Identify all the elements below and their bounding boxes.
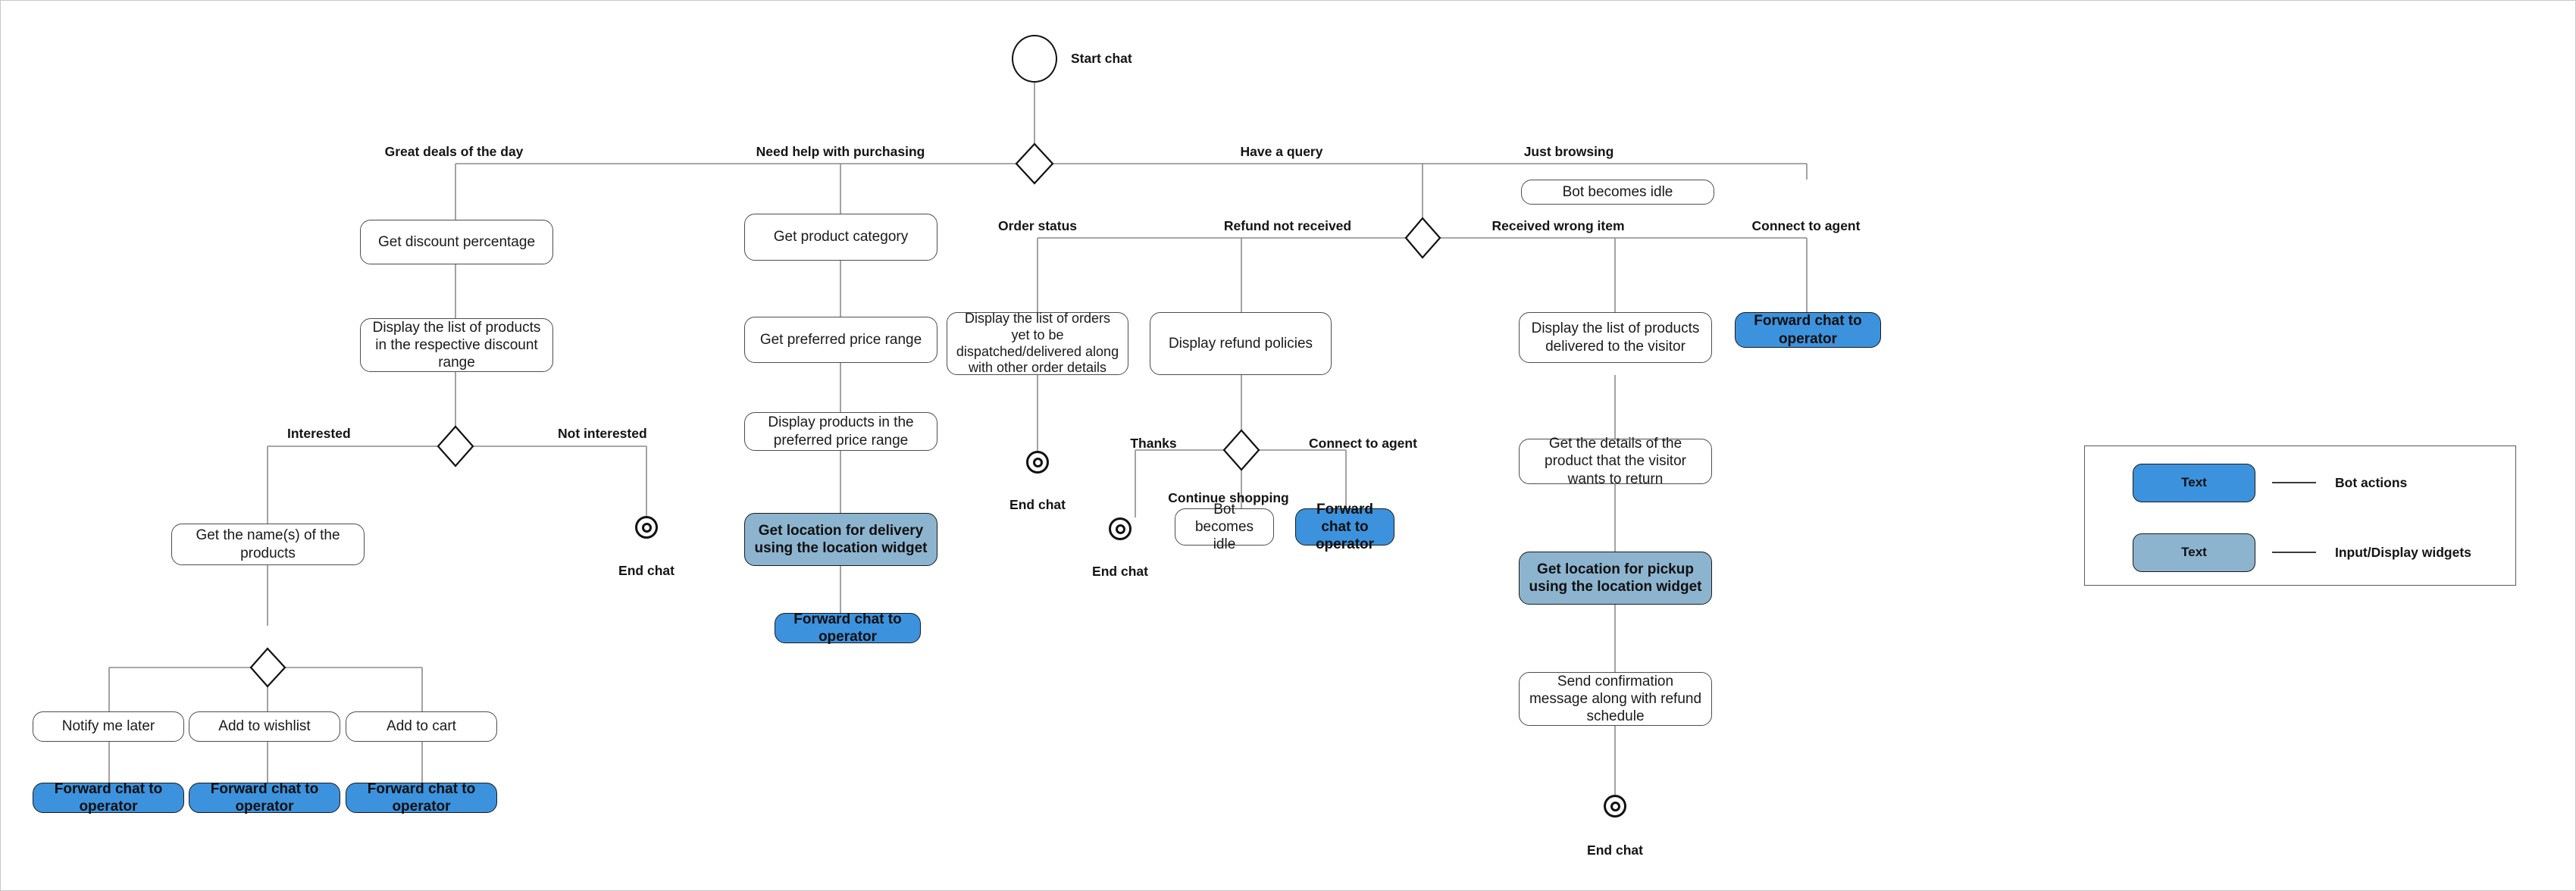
node-get-location-pickup[interactable]: Get location for pickup using the locati… [1519, 552, 1712, 605]
node-get-location-delivery[interactable]: Get location for delivery using the loca… [744, 513, 937, 566]
node-forward-chat-wishlist[interactable]: Forward chat to operator [189, 781, 340, 814]
node-display-preferred-products[interactable]: Display products in the preferred price … [744, 412, 937, 451]
end-node-wrong-item [1604, 795, 1626, 818]
legend-panel: Text Bot actions Text Input/Display widg… [2084, 446, 2516, 586]
node-get-return-product-details[interactable]: Get the details of the product that the … [1519, 436, 1712, 487]
branch-label-not-interested: Not interested [558, 426, 647, 441]
refund-decision-diamond [1222, 429, 1260, 471]
branch-label-interested: Interested [287, 426, 351, 441]
branch-label-have-query: Have a query [1240, 144, 1323, 159]
node-add-to-cart[interactable]: Add to cart [346, 711, 497, 742]
branch-label-great-deals: Great deals of the day [384, 144, 524, 159]
legend-label-input-display-widgets: Input/Display widgets [2335, 544, 2471, 560]
legend-row-bot-actions: Text Bot actions [2085, 460, 2515, 505]
node-get-discount-percentage[interactable]: Get discount percentage [360, 220, 553, 264]
end-node-thanks [1109, 517, 1131, 540]
legend-label-bot-actions: Bot actions [2335, 474, 2408, 490]
end-node-not-interested [635, 516, 658, 539]
node-forward-chat-delivery[interactable]: Forward chat to operator [775, 611, 921, 645]
start-chat-node [1012, 35, 1057, 83]
start-chat-label: Start chat [1071, 51, 1132, 66]
branch-label-connect-to-agent-refund: Connect to agent [1309, 436, 1417, 451]
legend-swatch-bot-actions: Text [2133, 463, 2255, 502]
legend-dash-input-display-widgets [2272, 552, 2316, 553]
node-notify-me-later[interactable]: Notify me later [33, 711, 184, 742]
branch-label-thanks: Thanks [1130, 436, 1177, 451]
branch-label-order-status: Order status [997, 218, 1078, 233]
end-node-order-status [1026, 451, 1049, 474]
legend-row-input-display-widgets: Text Input/Display widgets [2085, 530, 2515, 575]
node-add-to-wishlist[interactable]: Add to wishlist [189, 711, 340, 742]
node-forward-chat-notify[interactable]: Forward chat to operator [33, 781, 184, 814]
node-get-product-category[interactable]: Get product category [744, 214, 937, 261]
flowchart-canvas: Start chat Great deals of the day Need h… [0, 0, 2576, 891]
branch-label-refund-not-received: Refund not received [1223, 218, 1352, 233]
node-forward-chat-cart[interactable]: Forward chat to operator [346, 781, 497, 814]
legend-swatch-input-display-widgets: Text [2133, 533, 2255, 572]
node-forward-chat-refund-agent[interactable]: Forward chat to operator [1295, 502, 1394, 552]
branch-label-need-help: Need help with purchasing [756, 144, 925, 159]
legend-dash-bot-actions [2272, 482, 2316, 483]
product-action-decision-diamond [249, 647, 286, 688]
node-get-product-names[interactable]: Get the name(s) of the products [171, 524, 365, 565]
node-get-preferred-price-range[interactable]: Get preferred price range [744, 317, 937, 363]
branch-label-connect-to-agent-top: Connect to agent [1751, 218, 1861, 233]
node-bot-becomes-idle-browsing[interactable]: Bot becomes idle [1521, 180, 1714, 205]
end-chat-label-not-interested: End chat [618, 563, 675, 578]
branch-label-received-wrong-item: Received wrong item [1491, 218, 1625, 233]
query-decision-diamond [1404, 217, 1441, 259]
end-chat-label-order-status: End chat [1009, 497, 1066, 512]
main-decision-diamond [1015, 142, 1054, 185]
end-chat-label-wrong-item: End chat [1587, 843, 1643, 858]
interest-decision-diamond [437, 425, 474, 467]
node-display-discount-products[interactable]: Display the list of products in the resp… [360, 318, 553, 372]
node-forward-chat-wrong-item-agent[interactable]: Forward chat to operator [1735, 312, 1881, 348]
end-chat-label-thanks: End chat [1092, 564, 1148, 579]
node-send-confirmation[interactable]: Send confirmation message along with ref… [1519, 672, 1712, 726]
node-bot-becomes-idle-refund[interactable]: Bot becomes idle [1175, 502, 1274, 552]
node-display-orders[interactable]: Display the list of orders yet to be dis… [947, 311, 1128, 375]
node-display-delivered-products[interactable]: Display the list of products delivered t… [1519, 312, 1712, 363]
node-display-refund-policies[interactable]: Display refund policies [1150, 312, 1332, 375]
branch-label-just-browsing: Just browsing [1523, 144, 1614, 159]
